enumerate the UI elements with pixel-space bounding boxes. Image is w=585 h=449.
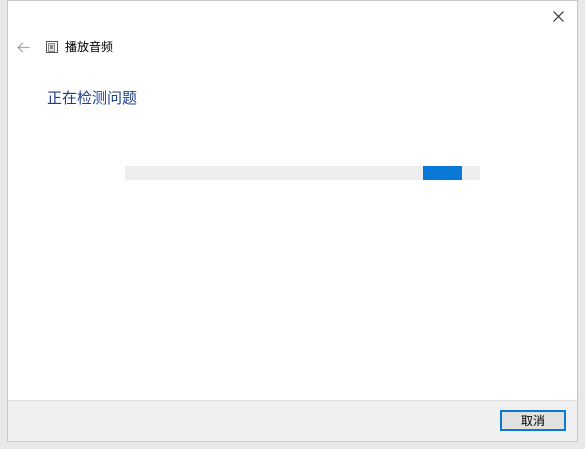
progress-bar [125, 166, 480, 180]
close-button[interactable] [545, 5, 571, 27]
window-header: 播放音频 [16, 38, 113, 56]
page-heading: 正在检测问题 [47, 89, 138, 107]
troubleshooter-icon [45, 40, 59, 54]
dialog-footer: 取消 [8, 400, 577, 441]
cancel-button[interactable]: 取消 [500, 410, 566, 431]
window-title: 播放音频 [65, 40, 114, 54]
close-icon [552, 10, 564, 22]
troubleshooter-window: 播放音频 正在检测问题 取消 [7, 0, 578, 442]
back-button[interactable] [16, 40, 30, 54]
progress-indicator [423, 166, 462, 180]
back-arrow-icon [16, 42, 29, 52]
